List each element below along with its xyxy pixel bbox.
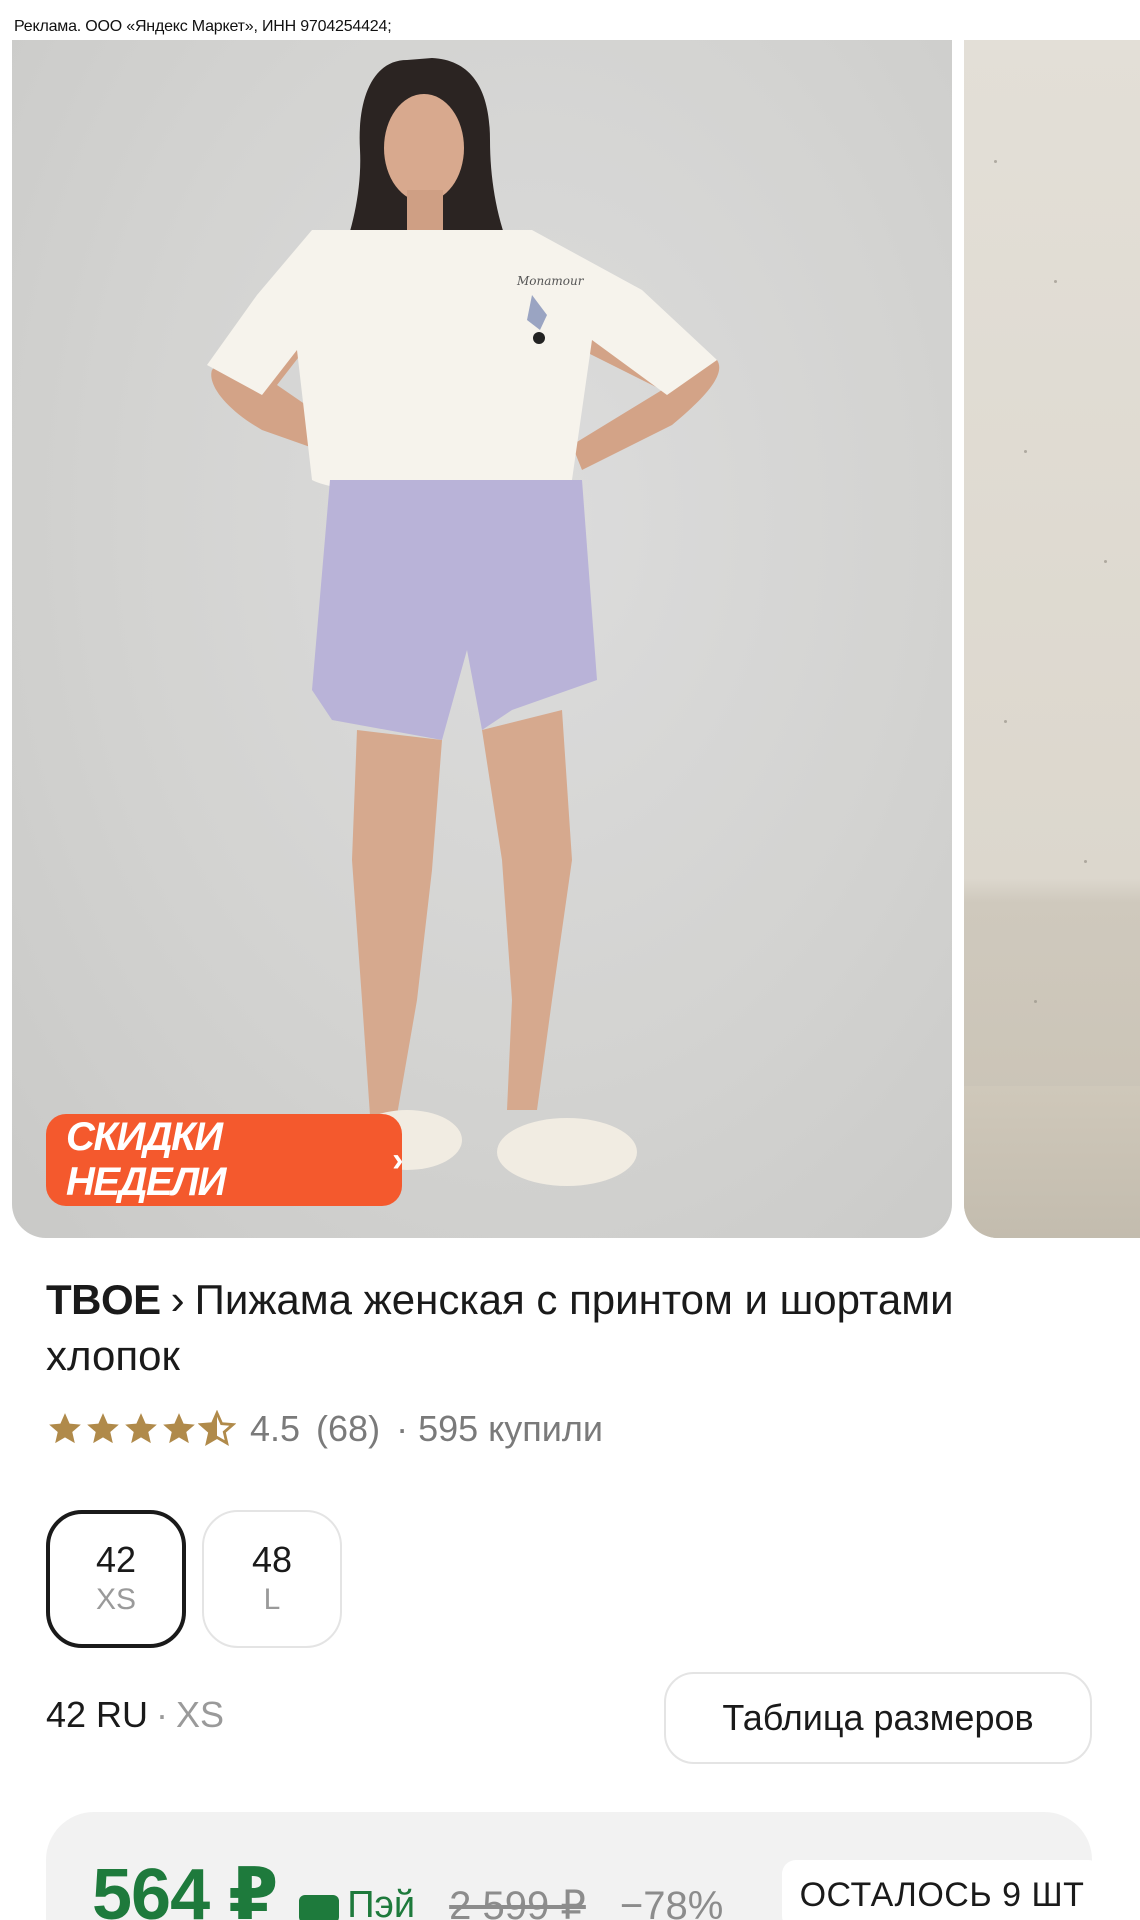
card-icon xyxy=(299,1895,340,1920)
discount-percent: −78% xyxy=(619,1884,724,1920)
photo-floor xyxy=(964,1086,1140,1238)
star-half-icon xyxy=(198,1410,236,1446)
chevron-right-icon: › xyxy=(170,1276,185,1323)
purchase-count: · 595 купили xyxy=(396,1408,604,1449)
rating-value: 4.5 xyxy=(250,1408,301,1449)
old-price: 2 599 ₽ xyxy=(449,1884,586,1920)
separator-dot: · xyxy=(156,1694,169,1735)
size-selector: 42 XS 48 L xyxy=(46,1510,358,1648)
star-icon xyxy=(163,1413,195,1444)
svg-text:Monamour: Monamour xyxy=(516,274,585,288)
texture-speck xyxy=(1034,1000,1037,1003)
texture-speck xyxy=(994,160,997,163)
size-ru: 42 RU xyxy=(46,1694,149,1735)
texture-speck xyxy=(1024,450,1027,453)
weekly-discount-badge[interactable]: СКИДКИ НЕДЕЛИ › xyxy=(46,1114,403,1206)
rating-row[interactable]: 4.5 (68) · 595 купили xyxy=(46,1408,603,1450)
pay-badge[interactable]: Пэй xyxy=(299,1884,415,1920)
product-photo-next[interactable] xyxy=(964,40,1140,1238)
size-label: L xyxy=(263,1583,281,1616)
selected-size-info: 42 RU · XS xyxy=(46,1694,224,1736)
size-label: XS xyxy=(95,1583,137,1616)
size-number: 42 xyxy=(95,1539,137,1580)
promo-badge-label: СКИДКИ НЕДЕЛИ xyxy=(66,1115,226,1204)
chevron-right-icon: › xyxy=(392,1140,403,1179)
product-photo-main[interactable]: Monamour СКИДКИ НЕДЕЛИ › xyxy=(12,40,952,1238)
texture-speck xyxy=(1054,280,1057,283)
texture-speck xyxy=(1104,560,1107,563)
pay-label: Пэй xyxy=(347,1883,416,1920)
size-option-42[interactable]: 42 XS xyxy=(46,1510,186,1648)
size-table-button[interactable]: Таблица размеров xyxy=(664,1672,1092,1764)
product-gallery[interactable]: Monamour СКИДКИ НЕДЕЛИ › xyxy=(12,40,1140,1238)
current-price: 564 ₽ xyxy=(92,1855,278,1920)
star-icon xyxy=(49,1413,81,1444)
rating-stars xyxy=(46,1410,236,1448)
model-photo-illustration: Monamour xyxy=(207,58,720,1186)
size-letter: XS xyxy=(176,1694,225,1735)
price-row: 564 ₽ Пэй 2 599 ₽ −78% xyxy=(92,1852,723,1920)
stock-left-badge: ОСТАЛОСЬ 9 ШТ xyxy=(782,1860,1102,1920)
texture-speck xyxy=(1084,860,1087,863)
size-option-48[interactable]: 48 L xyxy=(202,1510,342,1648)
star-icon xyxy=(87,1413,119,1444)
ad-disclaimer: Реклама. ООО «Яндекс Маркет», ИНН 970425… xyxy=(14,18,392,35)
texture-speck xyxy=(1004,720,1007,723)
size-number: 48 xyxy=(251,1539,293,1580)
star-icon xyxy=(125,1413,157,1444)
brand-link[interactable]: TBOE xyxy=(46,1276,161,1323)
review-count[interactable]: (68) xyxy=(316,1408,380,1450)
product-title: TBOE › Пижама женская с принтом и шортами … xyxy=(46,1272,1076,1384)
